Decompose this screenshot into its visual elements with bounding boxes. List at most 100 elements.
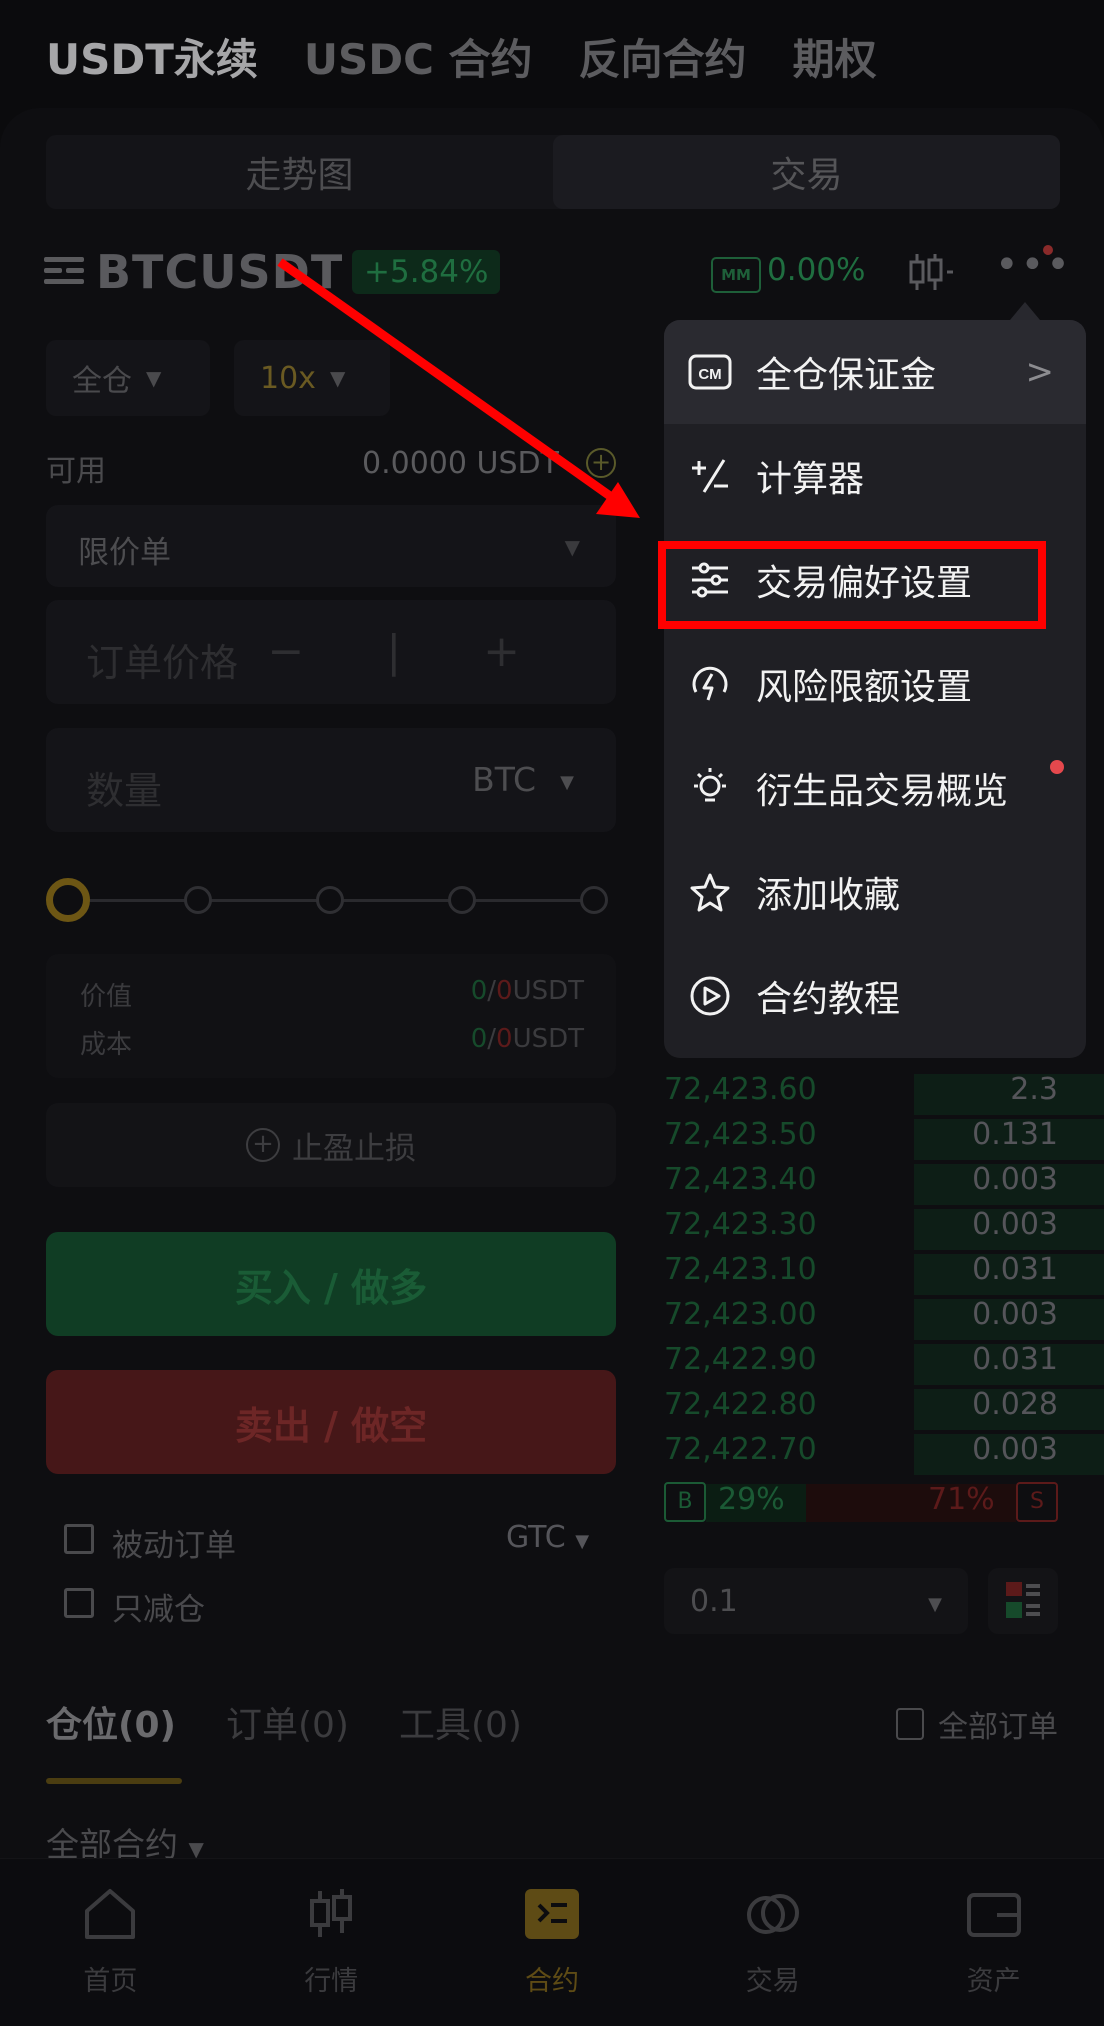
bottom-nav: 首页 行情 合约 交易 资产 (0, 1858, 1104, 2026)
nav-home[interactable]: 首页 (0, 1859, 221, 2026)
menu-item-derivatives-overview[interactable]: 衍生品交易概览 (664, 736, 1086, 840)
tpsl-label: 止盈止损 (292, 1130, 416, 1167)
tab-positions[interactable]: 仓位(0) (46, 1696, 176, 1748)
home-icon (85, 1889, 136, 1939)
segment-chart[interactable]: 走势图 (46, 135, 553, 209)
slider-stop-100[interactable] (580, 886, 608, 914)
nav-markets[interactable]: 行情 (221, 1859, 442, 2026)
symbol-name[interactable]: BTCUSDT (96, 245, 343, 299)
margin-mode-select[interactable]: 全仓 ▼ (46, 340, 210, 416)
order-book-price: 72,422.80 (664, 1387, 817, 1422)
all-orders-link[interactable]: 全部订单 (896, 1702, 1058, 1746)
nav-futures-label: 合约 (524, 1966, 579, 1997)
nav-trade-label: 交易 (745, 1966, 800, 1997)
menu-item-add-favorite[interactable]: 添加收藏 (664, 840, 1086, 944)
value-amount: 0/0USDT (470, 976, 584, 1006)
tab-options[interactable]: 期权 (793, 26, 877, 87)
post-only-checkbox[interactable] (64, 1524, 94, 1554)
lightbulb-icon (694, 768, 726, 802)
star-icon (690, 873, 730, 912)
order-book-price: 72,423.00 (664, 1297, 817, 1332)
order-book-price: 72,423.60 (664, 1072, 817, 1107)
document-icon (896, 1708, 924, 1740)
price-input[interactable]: 订单价格 − | + (46, 600, 616, 704)
nav-assets-label: 资产 (966, 1966, 1021, 1997)
more-menu-icon[interactable]: ••• (995, 245, 1070, 285)
order-book-row[interactable]: 72,423.30 0.003 (664, 1207, 1104, 1252)
caret-down-icon: ▼ (564, 535, 580, 559)
nav-futures[interactable]: 合约 (442, 1859, 663, 2026)
tab-usdt-perpetual[interactable]: USDT永续 (46, 26, 258, 87)
mm-badge: MM (711, 257, 761, 293)
wallet-icon (966, 1893, 1021, 1937)
order-book-row[interactable]: 72,423.40 0.003 (664, 1162, 1104, 1207)
quantity-placeholder: 数量 (86, 769, 163, 813)
order-book-row[interactable]: 72,422.70 0.003 (664, 1432, 1104, 1477)
value-label: 价值 (80, 982, 133, 1012)
order-book-row[interactable]: 72,423.10 0.031 (664, 1252, 1104, 1297)
candlestick-icon[interactable] (905, 250, 955, 294)
slider-stop-75[interactable] (448, 886, 476, 914)
order-book-qty: 0.131 (972, 1117, 1058, 1152)
nav-home-label: 首页 (83, 1966, 138, 1997)
reduce-only-checkbox[interactable] (64, 1588, 94, 1618)
tab-inverse-contract[interactable]: 反向合约 (579, 26, 747, 87)
svg-text:CM: CM (698, 366, 721, 383)
transfer-plus-icon[interactable]: + (586, 448, 616, 478)
slider-handle[interactable] (46, 878, 90, 922)
contract-type-tabs: USDT永续 USDC 合约 反向合约 期权 (46, 26, 877, 87)
order-book-price: 72,423.50 (664, 1117, 817, 1152)
depth-precision-select[interactable]: 0.1 ▼ (664, 1568, 968, 1634)
price-change-badge: +5.84% (352, 250, 501, 294)
depth-bar (914, 1074, 1104, 1115)
menu-item-tutorial[interactable]: 合约教程 (664, 944, 1086, 1048)
time-in-force-select[interactable]: GTC ▼ (506, 1520, 589, 1555)
leverage-label: 10x (260, 360, 316, 396)
slider-stop-25[interactable] (184, 886, 212, 914)
position-tabs: 仓位(0) 订单(0) 工具(0) (46, 1696, 522, 1748)
quantity-unit[interactable]: BTC (472, 760, 536, 799)
order-book-qty: 0.003 (972, 1162, 1058, 1197)
menu-item-calculator[interactable]: 计算器 (664, 424, 1086, 528)
order-book-price: 72,423.10 (664, 1252, 817, 1287)
available-label: 可用 (46, 454, 106, 489)
order-book-row[interactable]: 72,423.50 0.131 (664, 1117, 1104, 1162)
nav-trade[interactable]: 交易 (662, 1859, 883, 2026)
tab-orders[interactable]: 订单(0) (226, 1696, 349, 1748)
order-book-price: 72,423.30 (664, 1207, 817, 1242)
price-placeholder: 订单价格 (86, 641, 239, 685)
futures-icon (524, 1889, 579, 1939)
menu-item-cross-margin[interactable]: CM 全仓保证金 > (664, 320, 1086, 424)
plus-circle-icon: + (246, 1128, 280, 1162)
order-book-row[interactable]: 72,423.60 2.3 (664, 1072, 1104, 1117)
order-book-row[interactable]: 72,423.00 0.003 (664, 1297, 1104, 1342)
cost-amount: 0/0USDT (470, 1024, 584, 1054)
tpsl-button[interactable]: + 止盈止损 (46, 1103, 616, 1187)
nav-assets[interactable]: 资产 (883, 1859, 1104, 2026)
play-circle-icon (690, 976, 730, 1016)
available-value: 0.0000 USDT (362, 446, 559, 481)
book-layout-icon[interactable] (988, 1568, 1058, 1634)
price-stepper[interactable]: − | + (267, 626, 554, 677)
tab-usdc-contract[interactable]: USDC 合约 (304, 26, 533, 87)
slider-stop-50[interactable] (316, 886, 344, 914)
active-tab-indicator (46, 1778, 182, 1784)
symbol-list-icon[interactable] (44, 255, 84, 287)
leverage-select[interactable]: 10x ▼ (234, 340, 390, 416)
buy-long-button[interactable]: 买入 / 做多 (46, 1232, 616, 1336)
chevron-right-icon: > (1025, 352, 1055, 392)
cost-summary: 价值 0/0USDT 成本 0/0USDT (46, 954, 616, 1078)
menu-item-risk-limit[interactable]: 风险限额设置 (664, 632, 1086, 736)
order-book-row[interactable]: 72,422.80 0.028 (664, 1387, 1104, 1432)
segment-trade[interactable]: 交易 (553, 135, 1060, 209)
order-book-price: 72,422.90 (664, 1342, 817, 1377)
calculator-icon (692, 459, 728, 493)
caret-down-icon: ▼ (560, 772, 574, 793)
quantity-input[interactable]: 数量 BTC ▼ (46, 728, 616, 832)
cm-icon: CM (688, 354, 732, 390)
order-book-row[interactable]: 72,422.90 0.031 (664, 1342, 1104, 1387)
sell-short-button[interactable]: 卖出 / 做空 (46, 1370, 616, 1474)
sell-ratio-value: 71% (928, 1482, 995, 1517)
order-type-select[interactable]: 限价单 ▼ (46, 505, 616, 587)
tab-tools[interactable]: 工具(0) (399, 1696, 522, 1748)
